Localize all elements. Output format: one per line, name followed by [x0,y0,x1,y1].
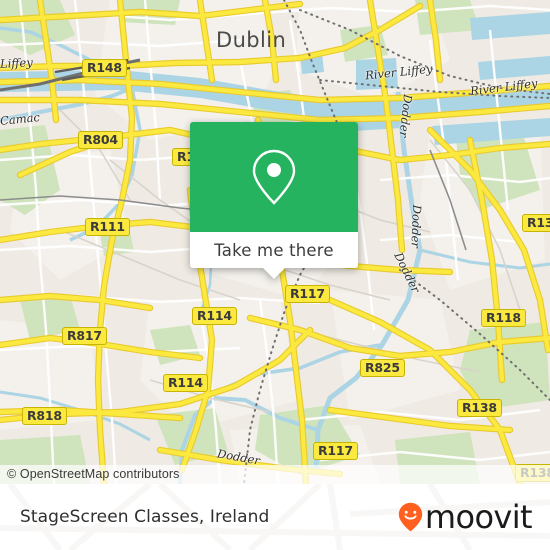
water-label-dodder-2: Dodder [408,204,424,249]
water-label-liffey-west: Liffey [0,55,34,71]
popup-action-bar[interactable]: Take me there [190,232,358,279]
map-label-dublin: Dublin [216,28,287,52]
popup-pointer-tail [262,267,286,279]
road-shield-r825[interactable]: R825 [360,359,405,377]
location-pin-icon [252,149,296,205]
road-shield-r117-upper[interactable]: R117 [285,285,330,303]
road-shield-r818[interactable]: R818 [22,407,67,425]
road-shield-r148[interactable]: R148 [82,59,127,77]
road-shield-r114-lower[interactable]: R114 [163,374,208,392]
bottom-info-bar: StageScreen Classes, Ireland moovit [0,484,550,550]
map-screenshot: Dublin Liffey Camac River Liffey River L… [0,0,550,550]
location-popup-card[interactable]: Take me there [190,122,358,279]
map-canvas[interactable]: Dublin Liffey Camac River Liffey River L… [0,0,550,484]
place-title: StageScreen Classes, Ireland [20,507,270,527]
road-shield-r131[interactable]: R131 [522,214,550,232]
road-shield-r138-upper[interactable]: R138 [457,399,502,417]
map-attribution: © OpenStreetMap contributors [0,465,550,484]
road-shield-r804[interactable]: R804 [78,131,123,149]
moovit-logo[interactable]: moovit [398,498,533,536]
road-shield-r111[interactable]: R111 [85,218,130,236]
road-shield-r117-lower[interactable]: R117 [313,442,358,460]
road-shield-r817[interactable]: R817 [62,327,107,345]
take-me-there-label: Take me there [214,240,334,260]
popup-green-panel [190,122,358,232]
moovit-wordmark: moovit [424,498,533,536]
road-shield-r118[interactable]: R118 [481,309,526,327]
road-shield-r114-upper[interactable]: R114 [192,307,237,325]
moovit-smiley-pin-icon [398,502,423,532]
